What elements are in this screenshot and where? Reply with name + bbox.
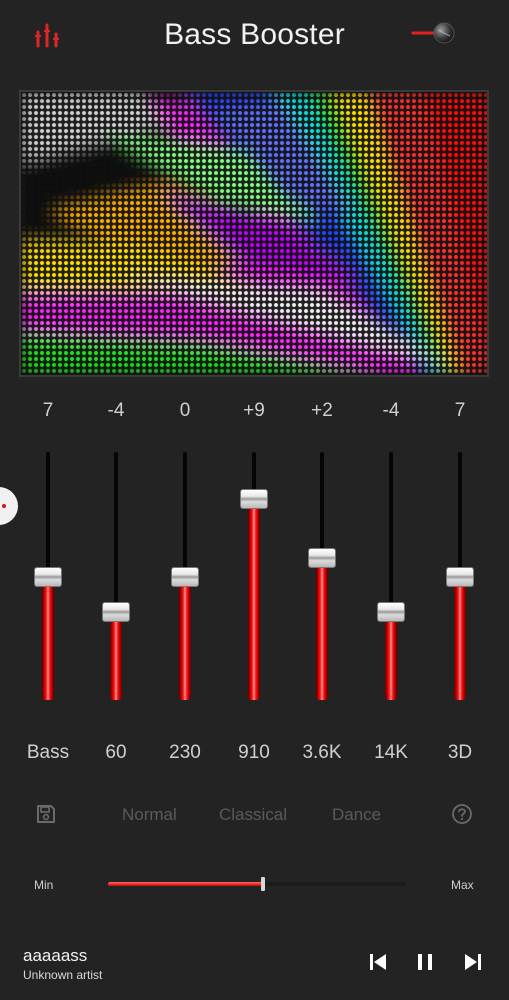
preset-classical[interactable]: Classical: [219, 805, 287, 825]
band-label: 910: [238, 742, 270, 763]
slider-fill: [42, 579, 54, 700]
slider-fill: [248, 500, 260, 700]
mini-player: aaaaass Unknown artist: [0, 940, 509, 1000]
band-slider-60[interactable]: [96, 452, 136, 700]
band-values: 7 -4 0 +9 +2 -4 7: [0, 400, 509, 430]
boost-slider[interactable]: [108, 877, 406, 891]
band-slider-3-6k[interactable]: [302, 452, 342, 700]
handle-dot: [2, 504, 6, 508]
song-title: aaaaass: [23, 946, 88, 965]
band-value: -4: [107, 400, 125, 421]
band-label: 3.6K: [302, 742, 342, 763]
skip-previous-icon[interactable]: [366, 950, 390, 974]
boost-slider-thumb[interactable]: [260, 877, 265, 891]
band-label: 230: [169, 742, 201, 763]
skip-next-icon[interactable]: [461, 950, 485, 974]
led-dot-overlay: [21, 92, 487, 375]
max-label: Max: [451, 878, 474, 892]
band-value: 0: [179, 400, 191, 421]
help-icon[interactable]: [451, 803, 473, 825]
band-slider-bass[interactable]: [28, 452, 68, 700]
slider-knob[interactable]: [34, 567, 62, 588]
boost-slider-fill: [108, 882, 263, 886]
band-value: +2: [311, 400, 333, 421]
band-label: 3D: [447, 742, 473, 763]
band-slider-910[interactable]: [234, 452, 274, 700]
band-slider-14k[interactable]: [371, 452, 411, 700]
preset-bar: Normal Classical Dance: [0, 800, 509, 830]
min-label: Min: [34, 878, 54, 892]
band-label: 14K: [374, 742, 408, 763]
slider-knob[interactable]: [102, 601, 130, 622]
band-value: 7: [454, 400, 466, 421]
band-slider-3d[interactable]: [440, 452, 480, 700]
spectrum-visualizer: [19, 90, 489, 377]
preset-dance[interactable]: Dance: [332, 805, 381, 825]
pause-icon[interactable]: [413, 950, 437, 974]
slider-fill: [385, 613, 397, 700]
band-label: 60: [105, 742, 127, 763]
band-label: Bass: [26, 742, 70, 763]
band-value: 7: [42, 400, 54, 421]
boost-strength-row: Min Max: [0, 870, 509, 900]
slider-knob[interactable]: [240, 488, 268, 509]
band-value: -4: [382, 400, 400, 421]
slider-knob[interactable]: [446, 567, 474, 588]
side-drawer-handle[interactable]: [0, 487, 18, 525]
slider-knob[interactable]: [377, 601, 405, 622]
power-toggle-icon[interactable]: [410, 20, 458, 46]
slider-fill: [454, 579, 466, 700]
slider-fill: [179, 579, 191, 700]
slider-fill: [316, 559, 328, 700]
band-value: +9: [243, 400, 265, 421]
top-bar: Bass Booster: [0, 0, 509, 72]
band-labels: Bass 60 230 910 3.6K 14K 3D: [0, 742, 509, 772]
band-slider-230[interactable]: [165, 452, 205, 700]
slider-knob[interactable]: [171, 567, 199, 588]
song-artist: Unknown artist: [23, 968, 103, 982]
preset-normal[interactable]: Normal: [122, 805, 177, 825]
slider-fill: [110, 613, 122, 700]
slider-knob[interactable]: [308, 547, 336, 568]
save-icon[interactable]: [35, 803, 57, 825]
